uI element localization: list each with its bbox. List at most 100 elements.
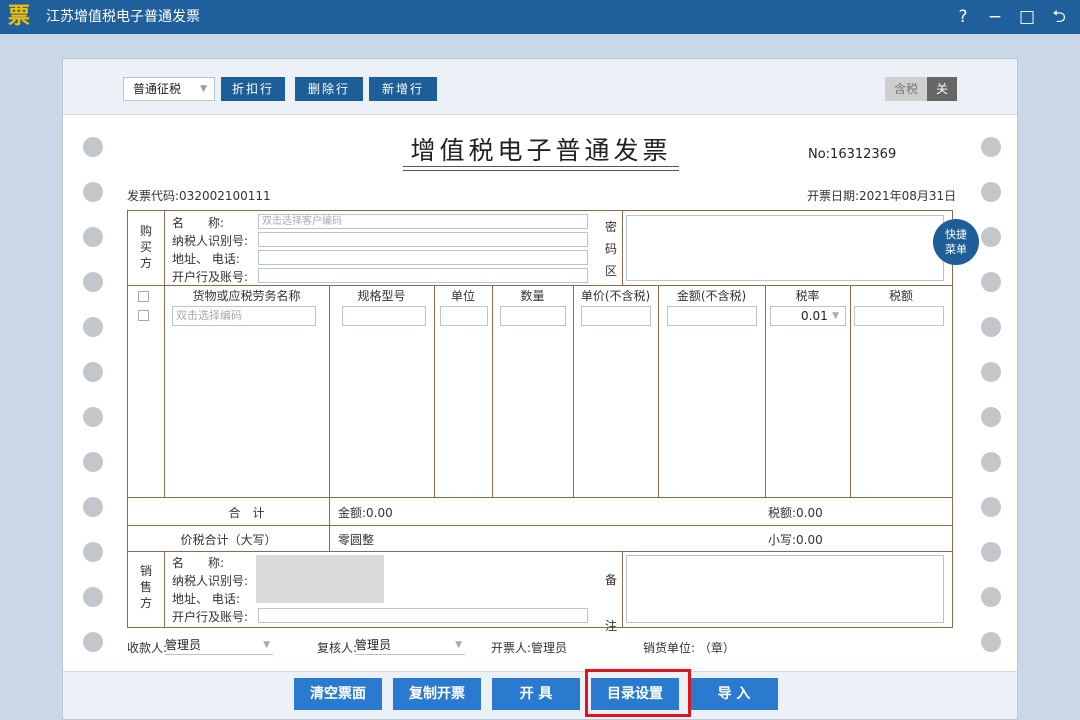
punch-hole-icon [83,632,103,652]
buyer-name-input[interactable]: 双击选择客户编码 [258,214,588,229]
seller-bank-input[interactable] [258,608,588,623]
total-amount: 金额:0.00 [338,506,393,520]
grand-total-upper: 零圆整 [338,533,375,547]
seller-address-label: 地址、 电话: [172,592,240,606]
payee-value: 管理员 [165,638,202,652]
grid-line [128,525,952,526]
reviewer-value: 管理员 [355,638,392,652]
buyer-bank-input[interactable] [258,268,588,283]
tax-rate-select[interactable]: 0.01 ▼ [770,306,846,326]
punch-hole-icon [981,137,1001,157]
buyer-address-input[interactable] [258,250,588,265]
row-checkbox[interactable] [138,310,149,321]
grid-line [622,551,623,627]
punch-hole-icon [981,497,1001,517]
chevron-down-icon: ▼ [832,311,839,321]
price-input[interactable] [581,306,651,326]
punch-hole-icon [83,227,103,247]
remark-label: 备 注 [604,557,618,649]
quantity-input[interactable] [500,306,566,326]
cipher-char: 密 [604,220,617,234]
punch-hole-icon [83,587,103,607]
total-tax: 税额:0.00 [768,506,823,520]
punch-hole-icon [981,632,1001,652]
tax-included-toggle[interactable]: 关 [927,77,957,101]
maximize-button[interactable]: □ [1012,0,1042,34]
remark-area[interactable] [626,555,944,623]
payee-select[interactable]: 管理员 ▼ [165,637,273,655]
cipher-char: 区 [604,264,617,278]
import-button[interactable]: 导 入 [690,678,778,710]
back-button[interactable]: ⮌ [1044,0,1074,34]
punch-hole-icon [83,362,103,382]
invoice-date: 开票日期:2021年08月31日 [807,189,957,203]
window-title: 江苏增值税电子普通发票 [46,9,200,25]
copy-invoice-button[interactable]: 复制开票 [393,678,481,710]
minimize-button[interactable]: − [980,0,1010,34]
col-header-price: 单价(不含税) [580,289,651,303]
grid-line [573,285,574,497]
side-char: 售 [139,580,152,594]
seller-side-label: 销 售 方 [139,563,153,611]
punch-hole-icon [83,452,103,472]
tax-type-select[interactable]: 普通征税 ▼ [123,77,215,101]
invoice-number: No:16312369 [808,147,897,162]
grid-line [850,285,851,497]
col-header-amount: 金额(不含税) [676,289,747,303]
spec-input[interactable] [342,306,426,326]
buyer-tax-id-label: 纳税人识别号: [172,234,249,248]
grand-total-label: 价税合计（大写） [180,533,277,547]
grid-line [765,285,766,497]
action-bar: 清空票面 复制开票 开 具 目录设置 导 入 [63,669,1017,719]
quick-menu-button[interactable]: 快捷 菜单 [933,219,979,265]
remark-char: 注 [604,619,617,633]
grid-line [128,285,952,286]
col-header-goods: 货物或应税劳务名称 [192,289,301,303]
tax-input[interactable] [854,306,944,326]
buyer-side-label: 购 买 方 [139,223,153,271]
buyer-bank-label: 开户行及账号: [172,270,249,284]
punch-hole-icon [981,227,1001,247]
clear-form-button[interactable]: 清空票面 [294,678,382,710]
side-char: 买 [139,240,152,254]
chevron-down-icon: ▼ [455,640,462,650]
punch-hole-icon [83,542,103,562]
title-bar: 票 江苏增值税电子普通发票 ? − □ ⮌ [0,0,1080,34]
invoice-grid: 购 买 方 名 称: 双击选择客户编码 纳税人识别号: 地址、 电话: 开户行及… [127,210,953,633]
add-row-button[interactable]: 新增行 [369,77,437,101]
remark-char: 备 [604,573,617,587]
buyer-tax-id-input[interactable] [258,232,588,247]
punch-hole-icon [83,497,103,517]
select-all-checkbox[interactable] [138,291,149,302]
issuer-label: 开票人:管理员 [491,641,568,655]
punch-hole-icon [83,317,103,337]
total-label: 合 计 [228,506,265,520]
invoice-code: 发票代码:032002100111 [127,189,271,203]
redacted-seller-info [256,555,384,603]
discount-row-button[interactable]: 折扣行 [221,77,285,101]
side-char: 方 [139,256,152,270]
delete-row-button[interactable]: 删除行 [295,77,363,101]
grid-line [658,285,659,497]
issue-invoice-button[interactable]: 开 具 [492,678,580,710]
chevron-down-icon: ▼ [200,84,207,94]
cipher-label: 密 码 区 [604,216,618,282]
punch-hole-icon [83,407,103,427]
grid-line [128,497,952,498]
punch-hole-icon [981,452,1001,472]
punch-hole-icon [83,272,103,292]
goods-name-input[interactable]: 双击选择编码 [172,306,316,326]
grid-line [164,551,165,627]
grid-line [128,551,952,552]
unit-input[interactable] [440,306,488,326]
punch-hole-icon [981,587,1001,607]
tax-included-label[interactable]: 含税 [885,77,927,101]
amount-input[interactable] [667,306,757,326]
help-button[interactable]: ? [948,0,978,34]
punch-hole-icon [981,182,1001,202]
punch-hole-icon [83,182,103,202]
reviewer-select[interactable]: 管理员 ▼ [355,637,465,655]
grand-total-lower: 小写:0.00 [768,533,823,547]
punch-hole-icon [981,407,1001,427]
punch-hole-icon [981,317,1001,337]
